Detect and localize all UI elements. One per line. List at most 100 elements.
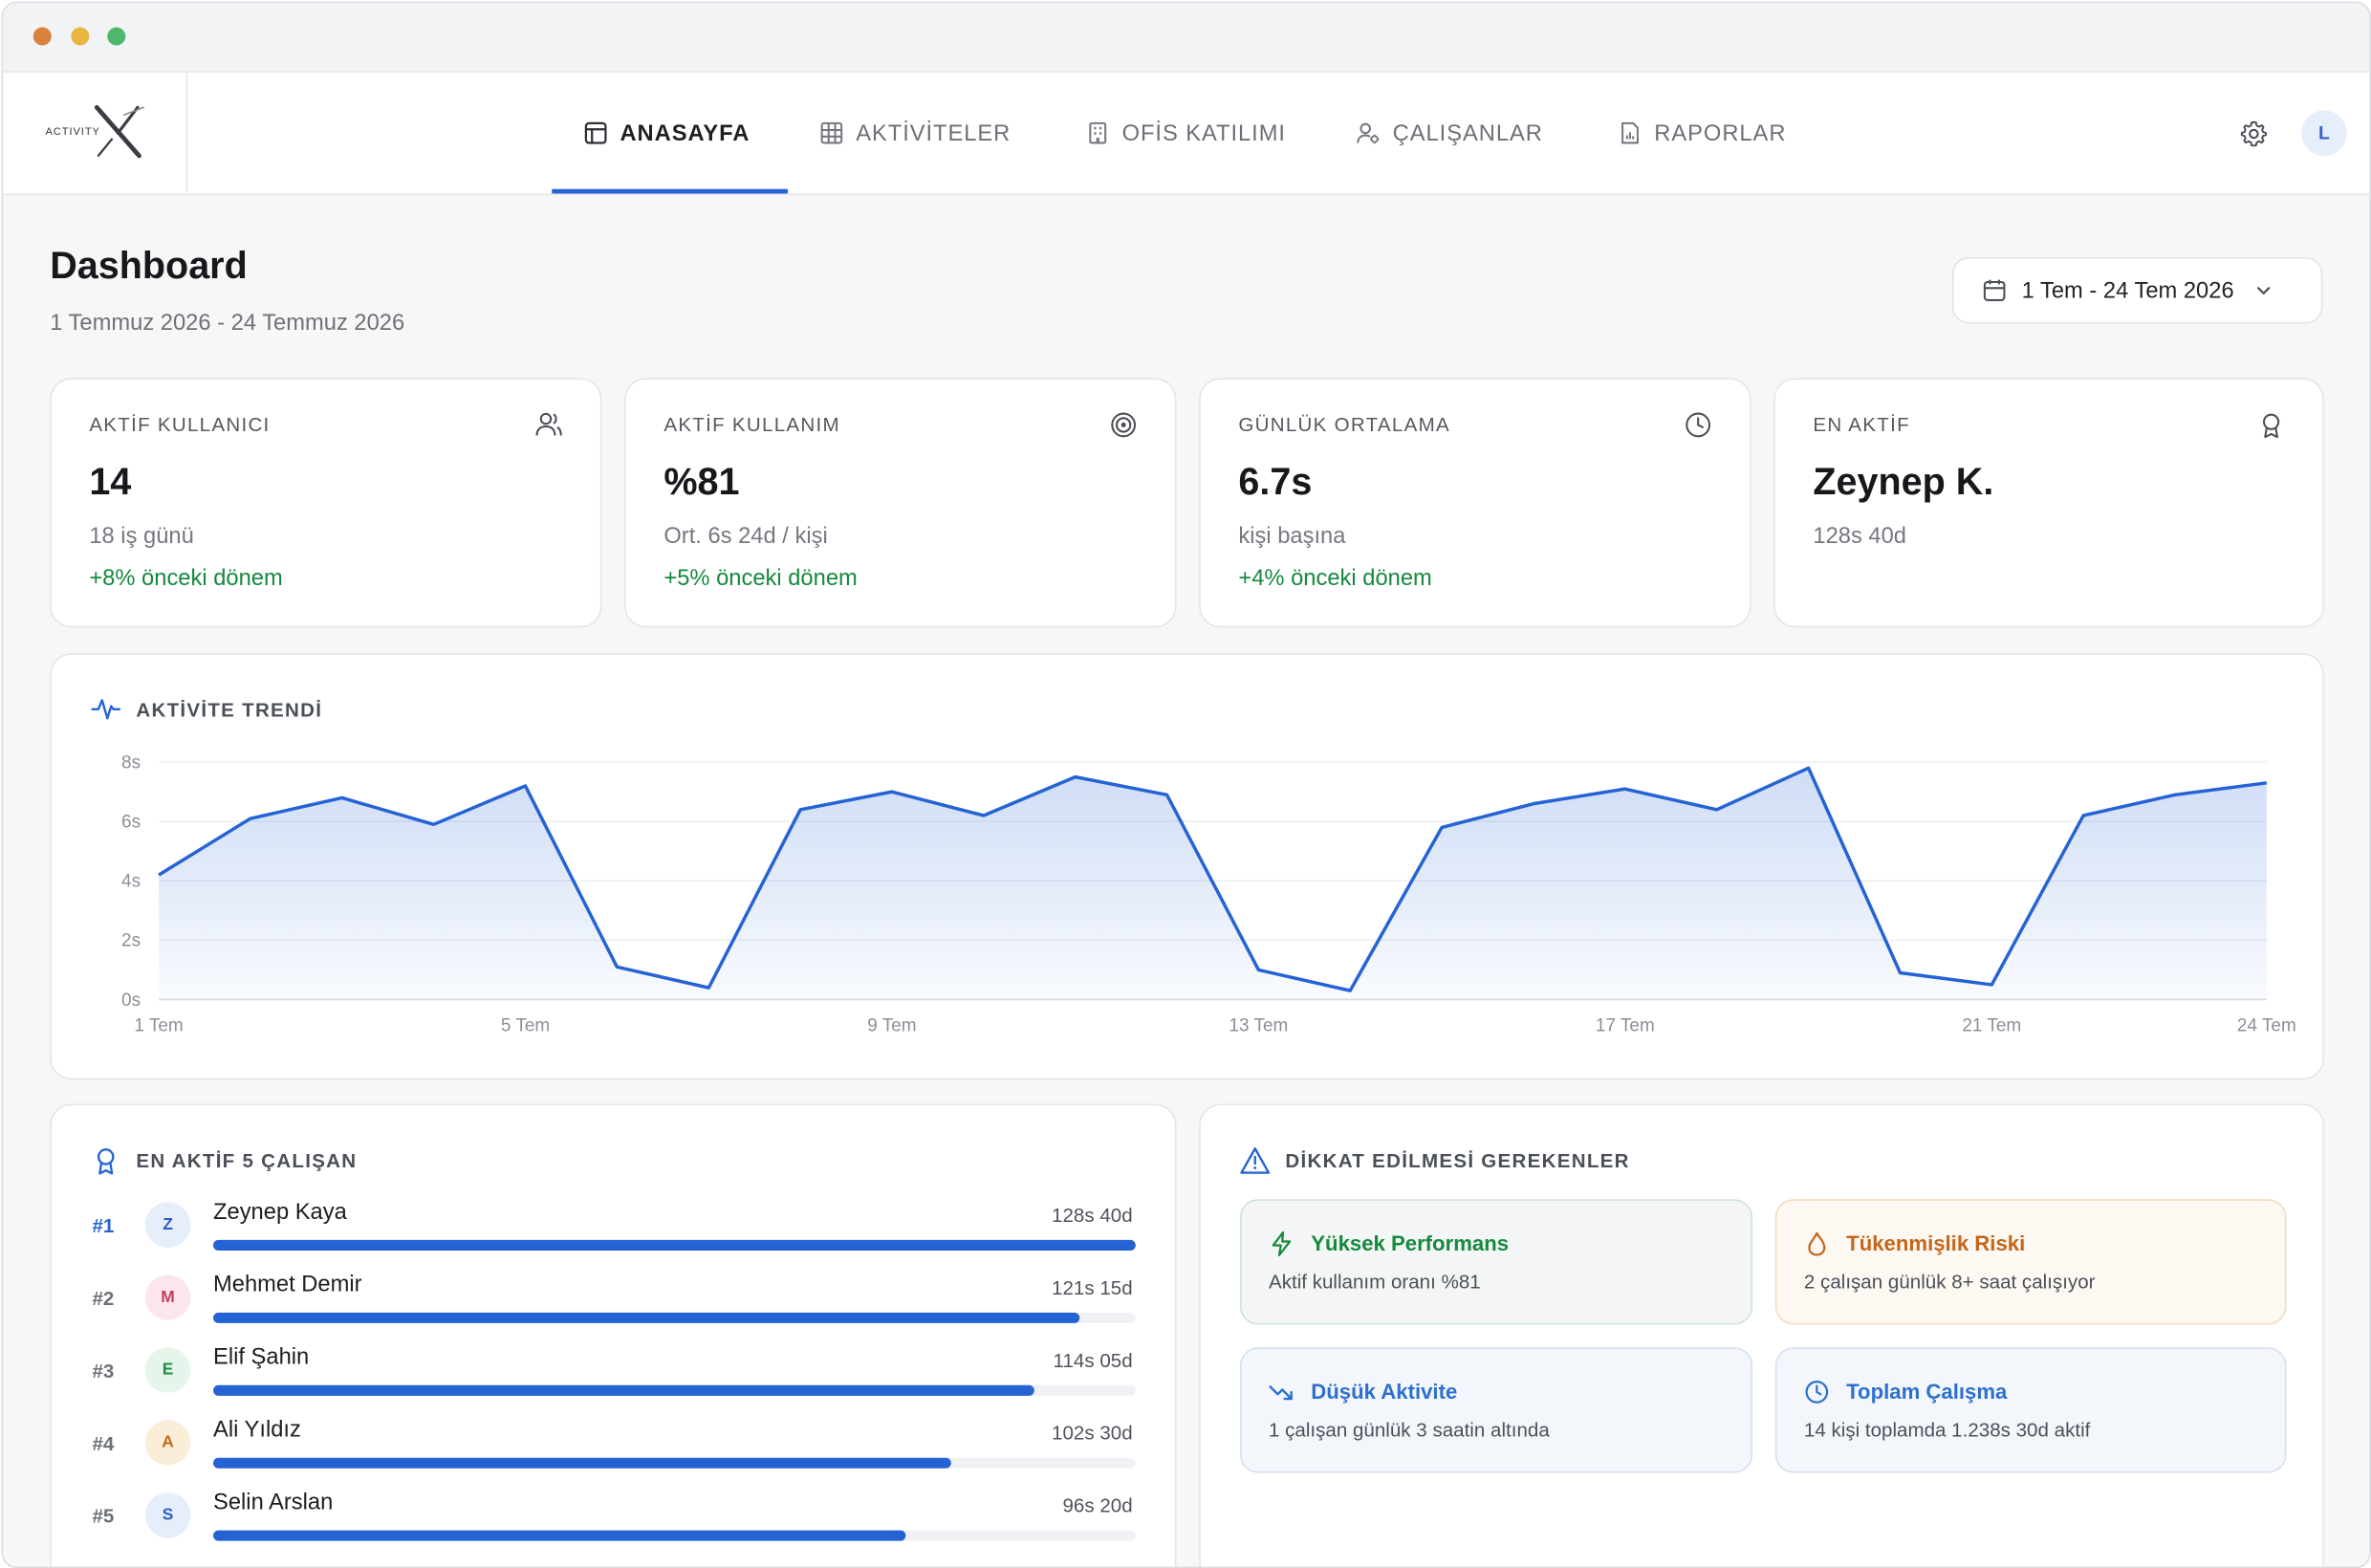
x-tick-label: 17 Tem [1596,1016,1655,1036]
y-tick-label: 0s [121,991,141,1011]
trend-point[interactable] [976,808,991,823]
trend-point[interactable] [1434,820,1449,836]
employee-rank: #2 [92,1286,115,1310]
user-avatar[interactable]: L [2301,110,2347,156]
date-range-label: 1 Tem - 24 Tem 2026 [2021,277,2234,304]
trend-point[interactable] [884,784,900,799]
x-tick-label: 5 Tem [501,1016,550,1036]
app-window: ACTIVITY ANASAYFA AKTİVİTELER OFİS KATIL… [1,1,2371,1568]
x-tick-label: 13 Tem [1229,1016,1288,1036]
trend-point[interactable] [1160,787,1175,802]
employee-activity-value: 128s 40d [1052,1203,1133,1227]
employee-activity-bar-fill [213,1239,1136,1252]
alert-low-activity[interactable]: Düşük Aktivite 1 çalışan günlük 3 saatin… [1239,1347,1753,1473]
employee-avatar[interactable]: M [144,1274,191,1320]
trend-point[interactable] [2259,775,2274,791]
trend-point[interactable] [1893,966,1908,981]
employee-activity-bar [213,1312,1136,1323]
tab-aktiviteler-label: AKTİVİTELER [856,120,1011,146]
trend-point[interactable] [1342,983,1358,998]
activity-trend-chart: 0s 2s 4s 6s 8s 1 Tem 5 Tem 9 Tem 13 Tem 17 Tem 21 … [121,752,2296,1036]
trend-point[interactable] [2076,808,2091,823]
alert-title: Toplam Çalışma [1846,1379,2008,1404]
trend-point[interactable] [1984,977,1999,992]
stat-card-active-usage: AKTİF KULLANIM %81 Ort. 6s 24d / kişi +5… [624,378,1177,628]
alert-burnout-risk[interactable]: Tükenmişlik Riski 2 çalışan günlük 8+ sa… [1774,1199,2287,1325]
trend-down-icon [1269,1385,1293,1401]
trend-point[interactable] [151,867,166,882]
alert-title: Yüksek Performans [1311,1230,1510,1255]
trend-point[interactable] [2167,787,2183,802]
tab-calisanlar-label: ÇALIŞANLAR [1392,120,1543,146]
tab-ofis-katilimi[interactable]: OFİS KATILIMI [1086,73,1286,194]
gear-icon[interactable] [2239,120,2268,148]
flame-icon [1808,1231,1826,1256]
stat-value: %81 [663,461,740,504]
tab-calisanlar[interactable]: ÇALIŞANLAR [1357,73,1543,194]
clock-icon [1686,412,1711,438]
alert-text: 2 çalışan günlük 8+ saat çalışıyor [1803,1270,2096,1294]
trend-point[interactable] [1251,963,1266,978]
target-icon [1111,412,1137,438]
alert-title: Düşük Aktivite [1311,1379,1458,1404]
alert-title: Tükenmişlik Riski [1846,1230,2026,1255]
employee-rank: #5 [92,1504,115,1528]
layout-icon [584,121,607,144]
award-icon [2262,413,2280,439]
x-tick-label: 1 Tem [134,1016,183,1036]
y-tick-label: 4s [121,872,141,892]
report-icon [1621,121,1639,144]
table-icon [820,121,843,144]
users-icon [535,412,562,436]
employee-rank: #4 [92,1431,115,1455]
warning-icon [1240,1147,1271,1174]
trend-point[interactable] [1709,802,1725,817]
trend-point[interactable] [1526,796,1541,812]
employee-activity-bar [213,1239,1136,1252]
employee-rank: #1 [92,1214,115,1237]
alert-high-performance[interactable]: Yüksek Performans Aktif kullanım oranı %… [1239,1199,1753,1325]
stat-subtext: 18 iş günü [89,523,194,550]
trend-point[interactable] [243,811,258,826]
trend-point[interactable] [701,980,716,995]
employee-name[interactable]: Selin Arslan [213,1490,333,1515]
award-icon [97,1148,115,1175]
employee-activity-bar-fill [213,1530,905,1541]
tab-aktiviteler[interactable]: AKTİVİTELER [819,73,1011,194]
date-range-picker[interactable]: 1 Tem - 24 Tem 2026 [1951,256,2323,324]
alert-text: 14 kişi toplamda 1.238s 30d aktif [1803,1418,2091,1442]
maximize-window-button[interactable] [107,27,126,46]
stat-title: EN AKTİF [1813,412,1910,436]
employee-avatar[interactable]: A [144,1420,191,1466]
page-subtitle: 1 Temmuz 2026 - 24 Temmuz 2026 [50,310,405,337]
stat-subtext: Ort. 6s 24d / kişi [663,523,828,550]
employee-name[interactable]: Mehmet Demir [213,1272,362,1297]
employee-name[interactable]: Ali Yıldız [213,1417,301,1443]
close-window-button[interactable] [33,27,52,46]
trend-point[interactable] [1068,770,1083,785]
trend-point[interactable] [518,778,533,794]
trend-point[interactable] [609,959,624,974]
attention-title: DİKKAT EDİLMESİ GEREKENLER [1285,1149,1630,1172]
employee-avatar[interactable]: S [144,1492,191,1538]
clock-icon [1805,1381,1829,1404]
tab-anasayfa[interactable]: ANASAYFA [584,73,750,194]
brand-logo[interactable]: ACTIVITY [3,72,188,194]
employee-avatar[interactable]: E [144,1347,191,1393]
tab-raporlar[interactable]: RAPORLAR [1618,73,1786,194]
stat-title: AKTİF KULLANIM [663,412,840,436]
minimize-window-button[interactable] [71,27,90,46]
employee-rank: #3 [92,1359,115,1383]
stat-delta: +4% önceki dönem [1238,565,1432,592]
trend-point[interactable] [1618,781,1633,796]
trend-point[interactable] [1801,760,1816,775]
trend-point[interactable] [426,817,442,832]
trend-point[interactable] [335,790,350,805]
employee-activity-bar-fill [213,1312,1080,1323]
employee-avatar[interactable]: Z [144,1202,191,1248]
active-tab-indicator [552,188,789,194]
employee-name[interactable]: Elif Şahin [213,1344,309,1370]
alert-total-work[interactable]: Toplam Çalışma 14 kişi toplamda 1.238s 3… [1774,1347,2287,1473]
employee-name[interactable]: Zeynep Kaya [213,1199,347,1225]
trend-point[interactable] [793,802,808,817]
